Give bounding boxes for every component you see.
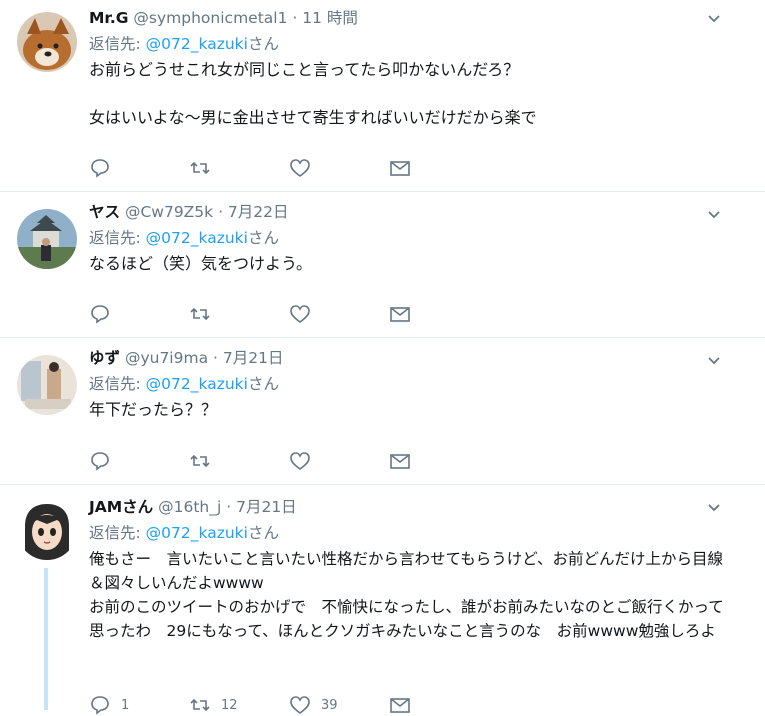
tweet-text-line: お前のこのツイートのおかげで 不愉快になったし、誰がお前みたいなのとご飯行くかっ… [89,598,724,640]
reply-count: 1 [121,697,130,713]
tweet-text-line: お前らどうせこれ女が同じこと言ってたら叩かないんだろ？ [89,60,520,79]
tweet-actions [89,157,489,179]
replying-to: 返信先: @072_kazukiさん [89,34,725,54]
tweet-timestamp[interactable]: 11 時間 [302,9,358,27]
tweet-text-line: 年下だったら？？ [89,400,218,419]
avatar-dog[interactable] [17,12,77,72]
tweet-text: なるほど（笑）気をつけよう。 [89,252,725,276]
thread-connector-line [44,568,48,710]
reply-button[interactable] [89,303,189,325]
avatar-castle-photo[interactable] [17,209,77,269]
tweet-actions: 1 12 39 [89,694,489,716]
retweet-button[interactable] [189,450,289,472]
reply-icon [91,696,109,715]
tweet-actions [89,303,489,325]
retweet-icon [190,698,210,712]
reply-icon [91,452,109,471]
retweet-icon [190,307,210,321]
reply-button[interactable]: 1 [89,694,189,716]
tweet-timestamp[interactable]: 7月21日 [223,349,284,367]
separator-dot: · [221,498,237,516]
retweet-icon [190,161,210,175]
user-name[interactable]: ゆず [89,349,120,367]
tweet: ゆず @yu7i9ma · 7月21日 返信先: @072_kazukiさん 年… [0,338,765,485]
reply-icon [91,159,109,178]
chevron-down-icon[interactable] [707,208,721,222]
user-handle[interactable]: @symphonicmetal1 [133,9,287,27]
user-name[interactable]: Mr.G [89,9,128,27]
tweet-text: お前らどうせこれ女が同じこと言ってたら叩かないんだろ？ 女はいいよな〜男に金出さ… [89,58,725,130]
heart-icon [290,452,310,470]
user-name[interactable]: JAMさん [89,498,153,516]
tweet: Mr.G @symphonicmetal1 · 11 時間 返信先: @072_… [0,0,765,192]
replying-label: 返信先: [89,375,146,393]
replying-to: 返信先: @072_kazukiさん [89,374,725,394]
tweet-text-line: なるほど（笑）気をつけよう。 [89,254,313,273]
retweet-count: 12 [221,697,238,713]
user-handle[interactable]: @16th_j [158,498,221,516]
user-name[interactable]: ヤス [89,203,120,221]
tweet-text: 年下だったら？？ [89,398,725,422]
replying-label: 返信先: [89,35,146,53]
envelope-icon [390,307,410,322]
chevron-down-icon[interactable] [707,501,721,515]
envelope-icon [390,161,410,176]
chevron-down-icon[interactable] [707,12,721,26]
like-button[interactable] [289,157,389,179]
reply-button[interactable] [89,450,189,472]
direct-message-button[interactable] [389,694,489,716]
user-handle[interactable]: @Cw79Z5k [125,203,213,221]
tweet-header: ヤス @Cw79Z5k · 7月22日 [89,202,725,222]
direct-message-button[interactable] [389,450,489,472]
separator-dot: · [213,203,228,221]
tweet-timestamp[interactable]: 7月22日 [228,203,289,221]
like-button[interactable]: 39 [289,694,389,716]
replying-suffix: さん [247,229,279,247]
replying-label: 返信先: [89,524,146,542]
retweet-button[interactable] [189,157,289,179]
retweet-icon [190,454,210,468]
tweet: JAMさん @16th_j · 7月21日 返信先: @072_kazukiさん… [0,485,765,715]
tweet-text-line: 俺もさー 言いたいこと言いたい性格だから言わせてもらうけど、お前どんだけ上から目… [89,550,723,592]
mention-link[interactable]: @072_kazuki [146,229,248,247]
tweet: ヤス @Cw79Z5k · 7月22日 返信先: @072_kazukiさん な… [0,192,765,338]
tweet-header: ゆず @yu7i9ma · 7月21日 [89,348,725,368]
tweet-text-blank-line [89,82,725,106]
replying-suffix: さん [247,35,279,53]
retweet-button[interactable]: 12 [189,694,289,716]
envelope-icon [390,454,410,469]
mention-link[interactable]: @072_kazuki [146,375,248,393]
separator-dot: · [287,9,303,27]
heart-icon [290,159,310,177]
tweet-text: 俺もさー 言いたいこと言いたい性格だから言わせてもらうけど、お前どんだけ上から目… [89,547,725,643]
like-count: 39 [321,697,338,713]
replying-to: 返信先: @072_kazukiさん [89,523,725,543]
tweet-text-line: 女はいいよな〜男に金出させて寄生すればいいだけだから楽で [89,108,537,127]
tweet-header: JAMさん @16th_j · 7月21日 [89,497,725,517]
tweet-actions [89,450,489,472]
retweet-button[interactable] [189,303,289,325]
mention-link[interactable]: @072_kazuki [146,35,248,53]
like-button[interactable] [289,303,389,325]
tweet-timestamp[interactable]: 7月21日 [236,498,297,516]
reply-button[interactable] [89,157,189,179]
user-handle[interactable]: @yu7i9ma [125,349,208,367]
mention-link[interactable]: @072_kazuki [146,524,248,542]
reply-icon [91,305,109,324]
replying-suffix: さん [247,524,279,542]
avatar-illustration[interactable] [17,500,77,560]
like-button[interactable] [289,450,389,472]
heart-icon [290,696,310,714]
chevron-down-icon[interactable] [707,354,721,368]
direct-message-button[interactable] [389,157,489,179]
replying-label: 返信先: [89,229,146,247]
tweet-header: Mr.G @symphonicmetal1 · 11 時間 [89,8,725,28]
replying-to: 返信先: @072_kazukiさん [89,228,725,248]
avatar-photo[interactable] [17,355,77,415]
envelope-icon [390,698,410,713]
separator-dot: · [208,349,223,367]
replying-suffix: さん [247,375,279,393]
heart-icon [290,305,310,323]
direct-message-button[interactable] [389,303,489,325]
